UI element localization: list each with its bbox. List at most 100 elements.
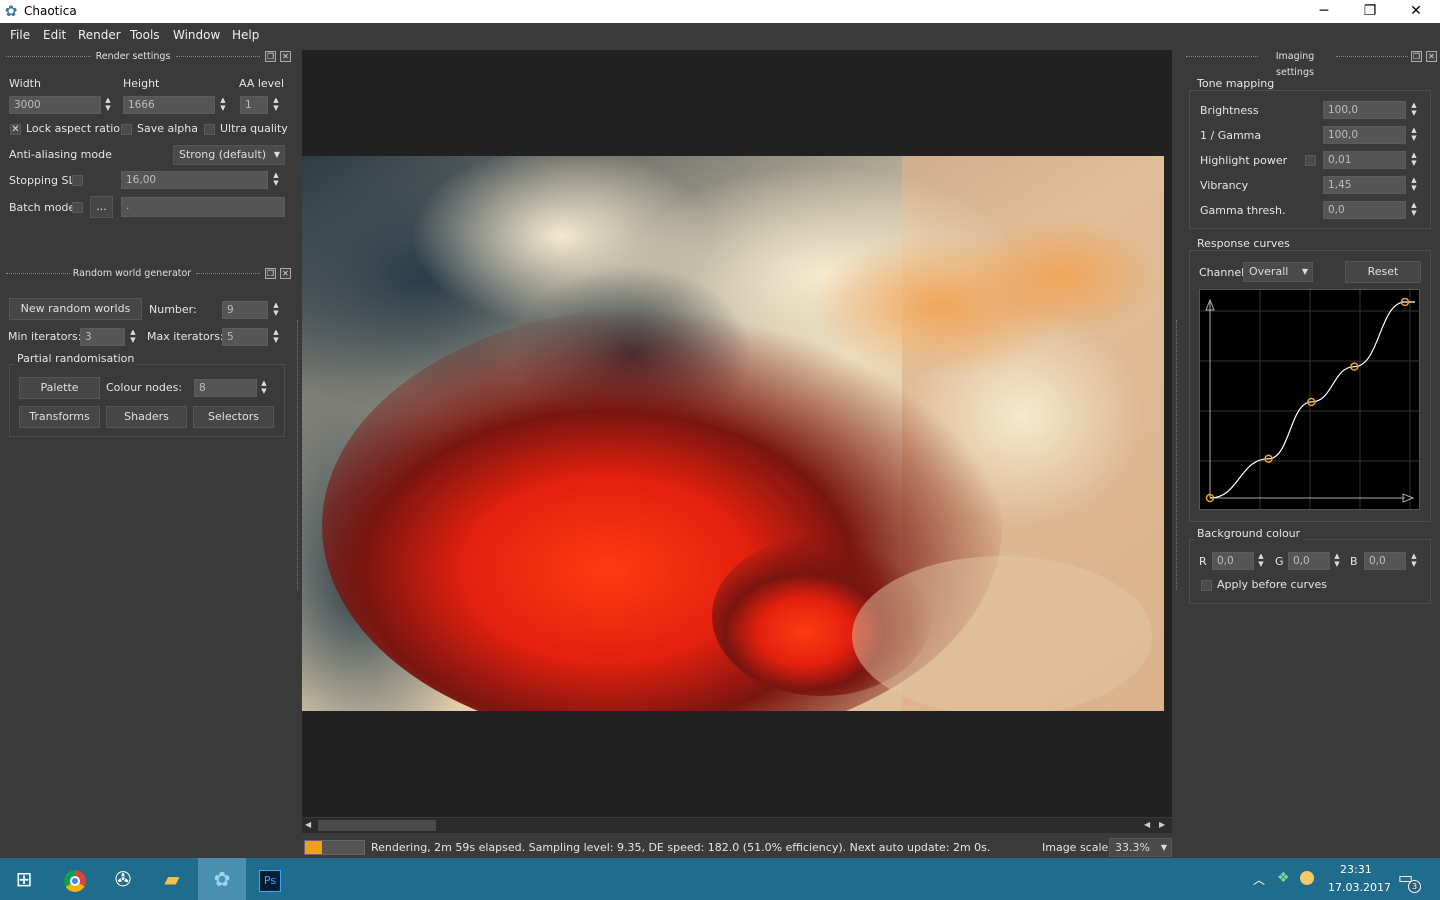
gamma-input[interactable]: 100,0 xyxy=(1323,126,1406,144)
menu-window[interactable]: Window xyxy=(173,28,220,42)
aa-spinner[interactable]: ▲ ▼ xyxy=(270,96,282,114)
vibrancy-input[interactable]: 1,45 xyxy=(1323,176,1406,194)
close-button[interactable]: ✕ xyxy=(1393,0,1439,23)
vibrancy-spinner[interactable]: ▲ ▼ xyxy=(1408,176,1420,194)
dock-grip[interactable] xyxy=(1336,56,1408,58)
file-explorer-icon[interactable]: ▰ xyxy=(148,858,196,900)
dock-grip[interactable] xyxy=(196,273,260,275)
gamma-thresh-spinner[interactable]: ▲ ▼ xyxy=(1408,201,1420,219)
float-icon[interactable]: ❐ xyxy=(1411,51,1422,62)
number-input[interactable]: 9 xyxy=(222,301,268,319)
batch-mode-checkbox[interactable] xyxy=(72,202,83,213)
width-spinner[interactable]: ▲ ▼ xyxy=(102,96,114,114)
menu-edit[interactable]: Edit xyxy=(43,28,66,42)
highlight-power-checkbox[interactable] xyxy=(1305,155,1316,166)
float-icon[interactable]: ❐ xyxy=(265,51,276,62)
title-bar: ✿ Chaotica ─ ❐ ✕ xyxy=(0,0,1440,23)
channel-select[interactable]: Overall ▼ xyxy=(1243,262,1313,282)
brightness-input[interactable]: 100,0 xyxy=(1323,101,1406,119)
dock-grip[interactable] xyxy=(1186,56,1258,58)
gamma-spinner[interactable]: ▲ ▼ xyxy=(1408,126,1420,144)
r-spinner[interactable]: ▲ ▼ xyxy=(1255,552,1267,570)
fractal-preview-image[interactable] xyxy=(302,156,1164,711)
scroll-right-icon[interactable]: ▶ xyxy=(1159,820,1165,829)
scrollbar-thumb[interactable] xyxy=(318,820,436,831)
response-curve-line xyxy=(1209,301,1415,499)
image-scale-select[interactable]: 33.3% ▼ xyxy=(1109,838,1172,857)
minimize-button[interactable]: ─ xyxy=(1301,0,1347,23)
close-icon[interactable]: ✕ xyxy=(280,51,291,62)
image-scale-label: Image scale: xyxy=(1042,841,1112,854)
height-input[interactable]: 1666 xyxy=(123,96,215,114)
apply-before-curves-checkbox[interactable] xyxy=(1201,580,1212,591)
close-icon[interactable]: ✕ xyxy=(1426,51,1437,62)
g-spinner[interactable]: ▲ ▼ xyxy=(1331,552,1343,570)
dock-grip[interactable] xyxy=(176,56,260,58)
ultra-quality-checkbox[interactable] xyxy=(204,124,215,135)
horizontal-scrollbar[interactable]: ◀ ◀ ▶ xyxy=(302,818,1172,833)
response-curve-graph[interactable] xyxy=(1200,290,1419,509)
min-iterators-spinner[interactable]: ▲ ▼ xyxy=(127,328,139,346)
min-iterators-input[interactable]: 3 xyxy=(80,328,125,346)
menu-help[interactable]: Help xyxy=(232,28,259,42)
stopping-sl-checkbox[interactable] xyxy=(72,175,83,186)
left-splitter[interactable] xyxy=(297,320,299,590)
clock-date[interactable]: 17.03.2017 xyxy=(1328,881,1391,894)
colour-nodes-spinner[interactable]: ▲ ▼ xyxy=(258,379,270,397)
transforms-button[interactable]: Transforms xyxy=(19,406,100,428)
dropbox-icon[interactable]: ❖ xyxy=(1277,870,1290,886)
lock-aspect-checkbox[interactable]: ✕ xyxy=(10,124,21,135)
menu-bar: File Edit Render Tools Window Help xyxy=(0,23,1440,47)
r-input[interactable]: 0,0 xyxy=(1212,552,1254,570)
g-input[interactable]: 0,0 xyxy=(1288,552,1330,570)
brightness-spinner[interactable]: ▲ ▼ xyxy=(1408,101,1420,119)
fractal-render xyxy=(302,156,1164,711)
gamma-thresh-input[interactable]: 0,0 xyxy=(1323,201,1406,219)
right-splitter[interactable] xyxy=(1176,320,1178,590)
dock-grip[interactable] xyxy=(6,273,70,275)
highlight-power-input[interactable]: 0,01 xyxy=(1323,151,1406,169)
close-icon[interactable]: ✕ xyxy=(280,268,291,279)
height-spinner[interactable]: ▲ ▼ xyxy=(217,96,229,114)
menu-render[interactable]: Render xyxy=(78,28,121,42)
chevron-down-icon: ▼ xyxy=(1301,267,1308,276)
colour-nodes-input[interactable]: 8 xyxy=(194,379,257,397)
dock-grip[interactable] xyxy=(6,56,91,58)
menu-tools[interactable]: Tools xyxy=(130,28,160,42)
batch-mode-label: Batch mode xyxy=(9,201,76,214)
menu-file[interactable]: File xyxy=(10,28,30,42)
save-alpha-checkbox[interactable] xyxy=(121,124,132,135)
chaotica-taskbar-icon[interactable]: ✿ xyxy=(198,858,246,900)
photoshop-icon[interactable]: Ps xyxy=(246,858,294,900)
clock-time[interactable]: 23:31 xyxy=(1340,863,1372,876)
scroll-left-icon[interactable]: ◀ xyxy=(305,820,311,829)
height-label: Height xyxy=(123,77,160,90)
selectors-button[interactable]: Selectors xyxy=(193,406,274,428)
batch-browse-button[interactable]: ... xyxy=(90,196,113,218)
restore-button[interactable]: ❐ xyxy=(1347,0,1393,23)
new-random-worlds-button[interactable]: New random worlds xyxy=(9,298,142,320)
batch-path-input[interactable]: . xyxy=(121,197,285,217)
weather-icon[interactable] xyxy=(1300,871,1314,885)
aa-mode-select[interactable]: Strong (default) ▼ xyxy=(173,145,285,165)
number-spinner[interactable]: ▲ ▼ xyxy=(270,301,282,319)
stopping-sl-input[interactable]: 16,00 xyxy=(121,171,268,189)
max-iterators-spinner[interactable]: ▲ ▼ xyxy=(270,328,282,346)
float-icon[interactable]: ❐ xyxy=(265,268,276,279)
show-hidden-icons[interactable]: ︿ xyxy=(1253,871,1265,888)
highlight-power-spinner[interactable]: ▲ ▼ xyxy=(1408,151,1420,169)
chrome-icon[interactable] xyxy=(51,858,99,900)
b-spinner[interactable]: ▲ ▼ xyxy=(1408,552,1420,570)
b-input[interactable]: 0,0 xyxy=(1364,552,1406,570)
start-icon[interactable]: ⊞ xyxy=(0,858,48,900)
stopping-sl-spinner[interactable]: ▲ ▼ xyxy=(270,171,282,189)
palette-button[interactable]: Palette xyxy=(19,377,100,399)
reset-curves-button[interactable]: Reset xyxy=(1345,261,1421,283)
settings-app-icon[interactable]: ✇ xyxy=(99,858,147,900)
shaders-button[interactable]: Shaders xyxy=(106,406,187,428)
aa-input[interactable]: 1 xyxy=(240,96,268,114)
curve-editor[interactable] xyxy=(1199,289,1420,510)
width-input[interactable]: 3000 xyxy=(9,96,101,114)
scroll-left-icon[interactable]: ◀ xyxy=(1144,820,1150,829)
max-iterators-input[interactable]: 5 xyxy=(222,328,268,346)
